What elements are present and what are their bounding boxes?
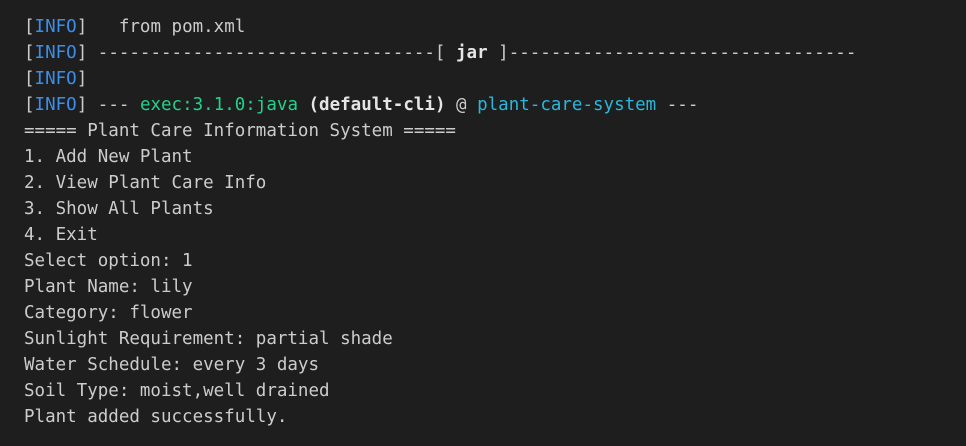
- log-at: @: [445, 95, 478, 115]
- plugin-goal: exec:3.1.0:java: [139, 95, 298, 115]
- prompt-water-schedule: Water Schedule: every 3 days: [24, 355, 320, 375]
- terminal-output[interactable]: [INFO] from pom.xml [INFO] -------------…: [0, 0, 966, 446]
- log-bracket-open: [: [24, 43, 35, 63]
- log-prefix: ---: [87, 95, 140, 115]
- log-level: INFO: [34, 95, 77, 115]
- log-level: INFO: [34, 17, 77, 37]
- prompt-plant-name: Plant Name: lily: [24, 277, 193, 297]
- menu-option-show-all: 3. Show All Plants: [24, 199, 214, 219]
- log-separator-right: ]---------------------------------: [487, 43, 857, 63]
- project-name: plant-care-system: [477, 95, 657, 115]
- menu-option-view: 2. View Plant Care Info: [24, 173, 267, 193]
- log-line-pom: [INFO] from pom.xml: [24, 14, 966, 40]
- log-bracket-close: ]: [76, 17, 88, 37]
- log-bracket-close: ]: [76, 95, 88, 115]
- log-line-empty: [INFO]: [24, 66, 966, 92]
- prompt-sunlight: Sunlight Requirement: partial shade: [24, 329, 393, 349]
- log-bracket-open: [: [24, 95, 35, 115]
- packaging-type: jar: [456, 43, 488, 63]
- status-message: Plant added successfully.: [24, 407, 288, 427]
- menu-option-exit: 4. Exit: [24, 225, 98, 245]
- log-bracket-close: ]: [76, 69, 88, 89]
- log-bracket-close: ]: [76, 43, 88, 63]
- log-level: INFO: [34, 69, 77, 89]
- prompt-category: Category: flower: [24, 303, 193, 323]
- execution-id: (default-cli): [297, 95, 446, 115]
- prompt-soil-type: Soil Type: moist,well drained: [24, 381, 330, 401]
- menu-title: ===== Plant Care Information System ====…: [24, 121, 456, 141]
- log-line-jar: [INFO] --------------------------------[…: [24, 40, 966, 66]
- log-line-exec: [INFO] --- exec:3.1.0:java (default-cli)…: [24, 92, 966, 118]
- log-separator-left: --------------------------------[: [87, 43, 457, 63]
- log-level: INFO: [34, 43, 77, 63]
- log-bracket-open: [: [24, 17, 35, 37]
- log-bracket-open: [: [24, 69, 35, 89]
- log-suffix: ---: [656, 95, 699, 115]
- menu-option-add: 1. Add New Plant: [24, 147, 193, 167]
- log-text: from pom.xml: [87, 17, 246, 37]
- prompt-select-option: Select option: 1: [24, 251, 193, 271]
